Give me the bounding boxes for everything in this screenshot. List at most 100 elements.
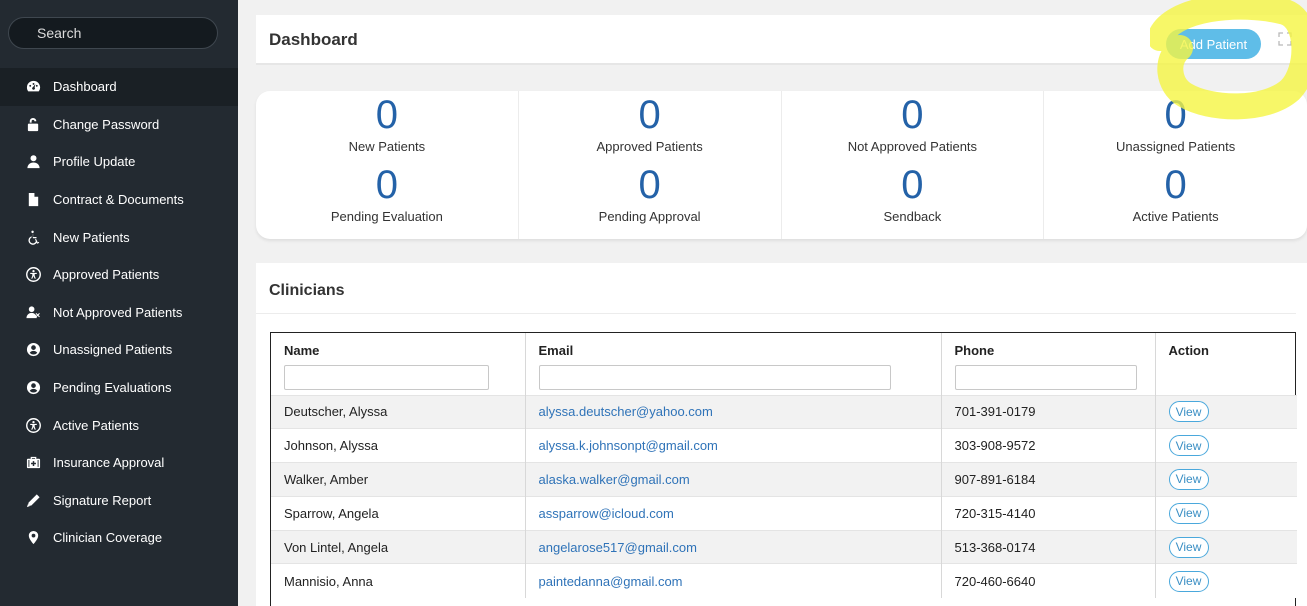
sidebar-item-insurance-approval[interactable]: Insurance Approval bbox=[0, 444, 238, 482]
medkit-icon bbox=[25, 455, 41, 471]
view-button[interactable]: View bbox=[1168, 401, 1209, 423]
email-cell: assparrow@icloud.com bbox=[524, 495, 941, 531]
sidebar-item-signature-report[interactable]: Signature Report bbox=[0, 482, 238, 520]
accessibility-icon bbox=[25, 417, 41, 433]
sidebar-item-label: Not Approved Patients bbox=[53, 304, 183, 320]
phone-cell: 720-315-4140 bbox=[940, 495, 1155, 531]
page-header: Dashboard Add Patient bbox=[256, 15, 1307, 65]
column-header-name[interactable]: Name bbox=[271, 333, 525, 361]
view-button[interactable]: View bbox=[1168, 435, 1209, 457]
unlock-icon bbox=[25, 116, 41, 132]
action-cell: View bbox=[1154, 563, 1297, 598]
email-link[interactable]: assparrow@icloud.com bbox=[539, 506, 674, 521]
email-link[interactable]: alyssa.k.johnsonpt@gmail.com bbox=[539, 438, 718, 453]
sidebar-item-pending-evaluations[interactable]: Pending Evaluations bbox=[0, 369, 238, 407]
stat-unassigned-patients[interactable]: 0 Unassigned Patients bbox=[1116, 95, 1235, 165]
stat-value: 0 bbox=[638, 93, 661, 137]
sidebar-item-active-patients[interactable]: Active Patients bbox=[0, 406, 238, 444]
sidebar-item-label: Change Password bbox=[53, 116, 160, 132]
column-header-email[interactable]: Email bbox=[524, 333, 941, 361]
email-link[interactable]: angelarose517@gmail.com bbox=[539, 540, 697, 555]
email-cell: alyssa.deutscher@yahoo.com bbox=[524, 394, 941, 429]
stat-pending-approval[interactable]: 0 Pending Approval bbox=[599, 165, 701, 235]
stat-label: Pending Evaluation bbox=[330, 209, 443, 224]
view-button[interactable]: View bbox=[1168, 502, 1209, 524]
email-filter-input[interactable] bbox=[538, 365, 891, 391]
expand-icon[interactable] bbox=[1278, 32, 1292, 46]
table-row: Mannisio, Anna paintedanna@gmail.com 720-4… bbox=[271, 563, 1297, 598]
stat-active-patients[interactable]: 0 Active Patients bbox=[1133, 165, 1219, 235]
name-cell: Von Lintel, Angela bbox=[271, 529, 525, 564]
sidebar-item-label: Signature Report bbox=[53, 492, 152, 508]
page-title: Dashboard bbox=[269, 30, 358, 49]
filter-cell bbox=[940, 361, 1155, 395]
stat-value: 0 bbox=[901, 93, 924, 137]
email-link[interactable]: alaska.walker@gmail.com bbox=[539, 472, 690, 487]
sidebar-item-label: Active Patients bbox=[53, 417, 139, 433]
stat-value: 0 bbox=[1164, 163, 1187, 207]
sidebar-item-new-patients[interactable]: New Patients bbox=[0, 218, 238, 256]
table-row: Johnson, Alyssa alyssa.k.johnsonpt@gmail.… bbox=[271, 428, 1297, 463]
action-cell: View bbox=[1154, 529, 1297, 564]
table-header-row: Name Email Phone Action bbox=[271, 333, 1297, 361]
sidebar-item-label: Approved Patients bbox=[53, 267, 160, 283]
action-cell: View bbox=[1154, 428, 1297, 463]
stats-column: 0 New Patients 0 Pending Evaluation bbox=[256, 91, 519, 239]
stat-value: 0 bbox=[901, 163, 924, 207]
table-row: Deutscher, Alyssa alyssa.deutscher@yahoo.… bbox=[271, 394, 1297, 429]
search-input[interactable] bbox=[8, 17, 218, 49]
table-row: Sparrow, Angela assparrow@icloud.com 720-3… bbox=[271, 495, 1297, 531]
table-row: Von Lintel, Angela angelarose517@gmail.co… bbox=[271, 529, 1297, 564]
action-cell: View bbox=[1154, 394, 1297, 429]
column-header-phone[interactable]: Phone bbox=[940, 333, 1155, 361]
sidebar-item-dashboard[interactable]: Dashboard bbox=[0, 68, 238, 106]
table-row: Walker, Amber alaska.walker@gmail.com 907-… bbox=[271, 462, 1297, 497]
name-cell: Deutscher, Alyssa bbox=[271, 394, 525, 429]
email-cell: angelarose517@gmail.com bbox=[524, 529, 941, 564]
phone-filter-input[interactable] bbox=[954, 365, 1137, 391]
sidebar-item-label: Dashboard bbox=[53, 79, 117, 95]
sidebar-item-clinician-coverage[interactable]: Clinician Coverage bbox=[0, 519, 238, 557]
divider bbox=[256, 313, 1296, 314]
name-filter-input[interactable] bbox=[284, 365, 489, 391]
sidebar-item-contract-and-documents[interactable]: Contract & Documents bbox=[0, 181, 238, 219]
stat-label: New Patients bbox=[348, 139, 426, 154]
sidebar-item-label: Clinician Coverage bbox=[53, 530, 163, 546]
stat-sendback[interactable]: 0 Sendback bbox=[883, 165, 941, 235]
stat-label: Approved Patients bbox=[596, 139, 703, 154]
name-cell: Mannisio, Anna bbox=[271, 563, 525, 598]
stat-label: Not Approved Patients bbox=[847, 139, 978, 154]
tachometer-icon bbox=[25, 79, 41, 95]
filter-cell bbox=[271, 361, 525, 395]
sidebar-item-approved-patients[interactable]: Approved Patients bbox=[0, 256, 238, 294]
sidebar-item-profile-update[interactable]: Profile Update bbox=[0, 143, 238, 181]
email-cell: alyssa.k.johnsonpt@gmail.com bbox=[524, 428, 941, 463]
user-circle-icon bbox=[25, 342, 41, 358]
view-button[interactable]: View bbox=[1168, 536, 1209, 558]
action-cell: View bbox=[1154, 495, 1297, 531]
sidebar-item-label: Pending Evaluations bbox=[53, 380, 172, 396]
email-link[interactable]: alyssa.deutscher@yahoo.com bbox=[539, 404, 713, 419]
view-button[interactable]: View bbox=[1168, 570, 1209, 592]
stat-value: 0 bbox=[375, 93, 398, 137]
stat-not-approved-patients[interactable]: 0 Not Approved Patients bbox=[848, 95, 977, 165]
stat-pending-evaluation[interactable]: 0 Pending Evaluation bbox=[331, 165, 443, 235]
sidebar-item-label: Insurance Approval bbox=[53, 455, 165, 471]
sidebar-item-change-password[interactable]: Change Password bbox=[0, 106, 238, 144]
clinicians-table: Name Email Phone Action Deutscher, Alyss… bbox=[271, 333, 1297, 598]
clinicians-title: Clinicians bbox=[269, 282, 345, 299]
stat-label: Active Patients bbox=[1132, 209, 1219, 224]
sidebar-item-unassigned-patients[interactable]: Unassigned Patients bbox=[0, 331, 238, 369]
add-patient-button[interactable]: Add Patient bbox=[1166, 29, 1261, 59]
filter-row bbox=[271, 361, 1297, 395]
sidebar-item-not-approved-patients[interactable]: Not Approved Patients bbox=[0, 294, 238, 332]
sidebar-item-label: Contract & Documents bbox=[53, 192, 184, 208]
email-link[interactable]: paintedanna@gmail.com bbox=[539, 574, 683, 589]
stat-approved-patients[interactable]: 0 Approved Patients bbox=[597, 95, 703, 165]
sidebar-item-label: New Patients bbox=[53, 229, 130, 245]
view-button[interactable]: View bbox=[1168, 468, 1209, 490]
filter-cell bbox=[1154, 361, 1297, 395]
sidebar: Dashboard Change Password Profile Update Co… bbox=[0, 0, 238, 606]
stat-new-patients[interactable]: 0 New Patients bbox=[349, 95, 426, 165]
email-cell: paintedanna@gmail.com bbox=[524, 563, 941, 598]
